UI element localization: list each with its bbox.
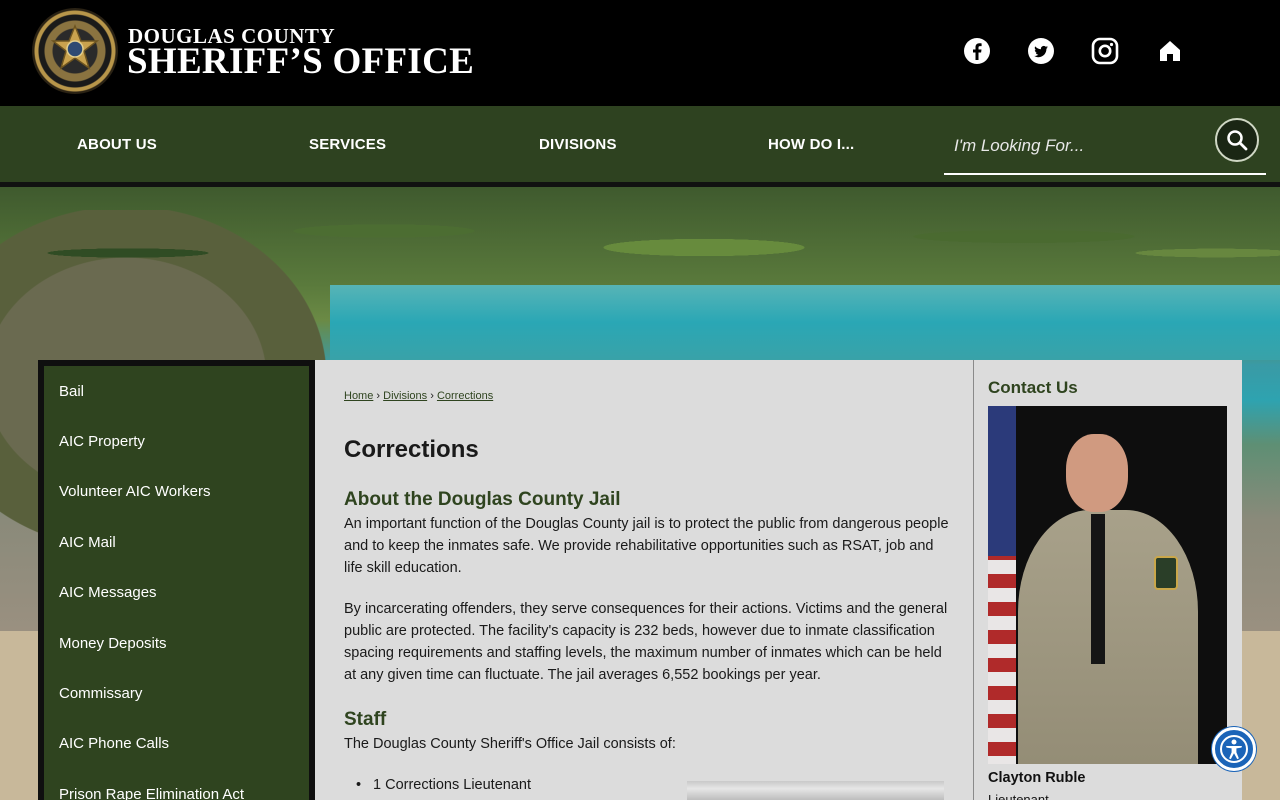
section-heading-staff: Staff bbox=[344, 709, 387, 730]
list-item-text: 1 Corrections Lieutenant bbox=[373, 777, 531, 793]
search-box bbox=[944, 118, 1266, 175]
officer-face bbox=[1066, 434, 1128, 512]
contact-name: Clayton Ruble bbox=[988, 770, 1086, 786]
brand-name-line2[interactable]: SHERIFF’S OFFICE bbox=[127, 40, 474, 83]
sidebar-item-aic-phone-calls[interactable]: AIC Phone Calls bbox=[59, 735, 169, 752]
breadcrumb-separator: › bbox=[376, 390, 381, 402]
breadcrumb-divisions[interactable]: Divisions bbox=[383, 390, 427, 402]
sidebar-item-commissary[interactable]: Commissary bbox=[59, 685, 142, 702]
nav-about-us[interactable]: ABOUT US bbox=[77, 136, 157, 153]
hero-trees bbox=[0, 187, 1280, 297]
officer-uniform bbox=[1018, 510, 1198, 764]
staff-photo bbox=[687, 781, 944, 800]
paragraph-about-1: An important function of the Douglas Cou… bbox=[344, 516, 949, 576]
sidebar-item-prea[interactable]: Prison Rape Elimination Act bbox=[59, 786, 244, 800]
breadcrumb-separator: › bbox=[430, 390, 434, 402]
nav-how-do-i[interactable]: HOW DO I... bbox=[768, 136, 854, 153]
sidebar-item-money-deposits[interactable]: Money Deposits bbox=[59, 635, 167, 652]
search-icon bbox=[1227, 130, 1248, 151]
contact-role: Lieutenant bbox=[988, 792, 1049, 800]
contact-title: Contact Us bbox=[988, 378, 1078, 397]
paragraph-staff: The Douglas County Sheriff's Office Jail… bbox=[344, 736, 676, 752]
paragraph-about-2: By incarcerating offenders, they serve c… bbox=[344, 601, 948, 683]
sidebar-item-bail[interactable]: Bail bbox=[59, 383, 84, 400]
instagram-icon[interactable] bbox=[1091, 37, 1119, 65]
sidebar-item-aic-property[interactable]: AIC Property bbox=[59, 433, 145, 450]
nav-services[interactable]: SERVICES bbox=[309, 136, 386, 153]
officer-tie bbox=[1091, 514, 1105, 664]
sheriff-badge-icon[interactable] bbox=[32, 8, 118, 94]
page-title: Corrections bbox=[344, 436, 479, 463]
nav-divisions[interactable]: DIVISIONS bbox=[539, 136, 617, 153]
accessibility-button[interactable] bbox=[1212, 727, 1256, 771]
breadcrumb-corrections[interactable]: Corrections bbox=[437, 390, 493, 402]
search-button[interactable] bbox=[1215, 118, 1259, 162]
hero-lake bbox=[330, 285, 1280, 360]
breadcrumb: Home › Divisions › Corrections bbox=[344, 390, 493, 402]
home-icon[interactable] bbox=[1156, 37, 1184, 65]
flag-canton bbox=[988, 406, 1016, 556]
list-item: 1 Corrections Lieutenant bbox=[356, 777, 531, 793]
contact-photo bbox=[988, 406, 1227, 764]
search-input[interactable] bbox=[944, 122, 1214, 170]
section-heading-about: About the Douglas County Jail bbox=[344, 489, 621, 510]
facebook-icon[interactable] bbox=[963, 37, 991, 65]
officer-patch bbox=[1154, 556, 1178, 590]
sidebar-item-volunteer-aic-workers[interactable]: Volunteer AIC Workers bbox=[59, 483, 210, 500]
sidebar-item-aic-mail[interactable]: AIC Mail bbox=[59, 534, 116, 551]
breadcrumb-home[interactable]: Home bbox=[344, 390, 373, 402]
accessibility-icon bbox=[1220, 735, 1248, 763]
sidebar-item-aic-messages[interactable]: AIC Messages bbox=[59, 584, 157, 601]
twitter-icon[interactable] bbox=[1027, 37, 1055, 65]
